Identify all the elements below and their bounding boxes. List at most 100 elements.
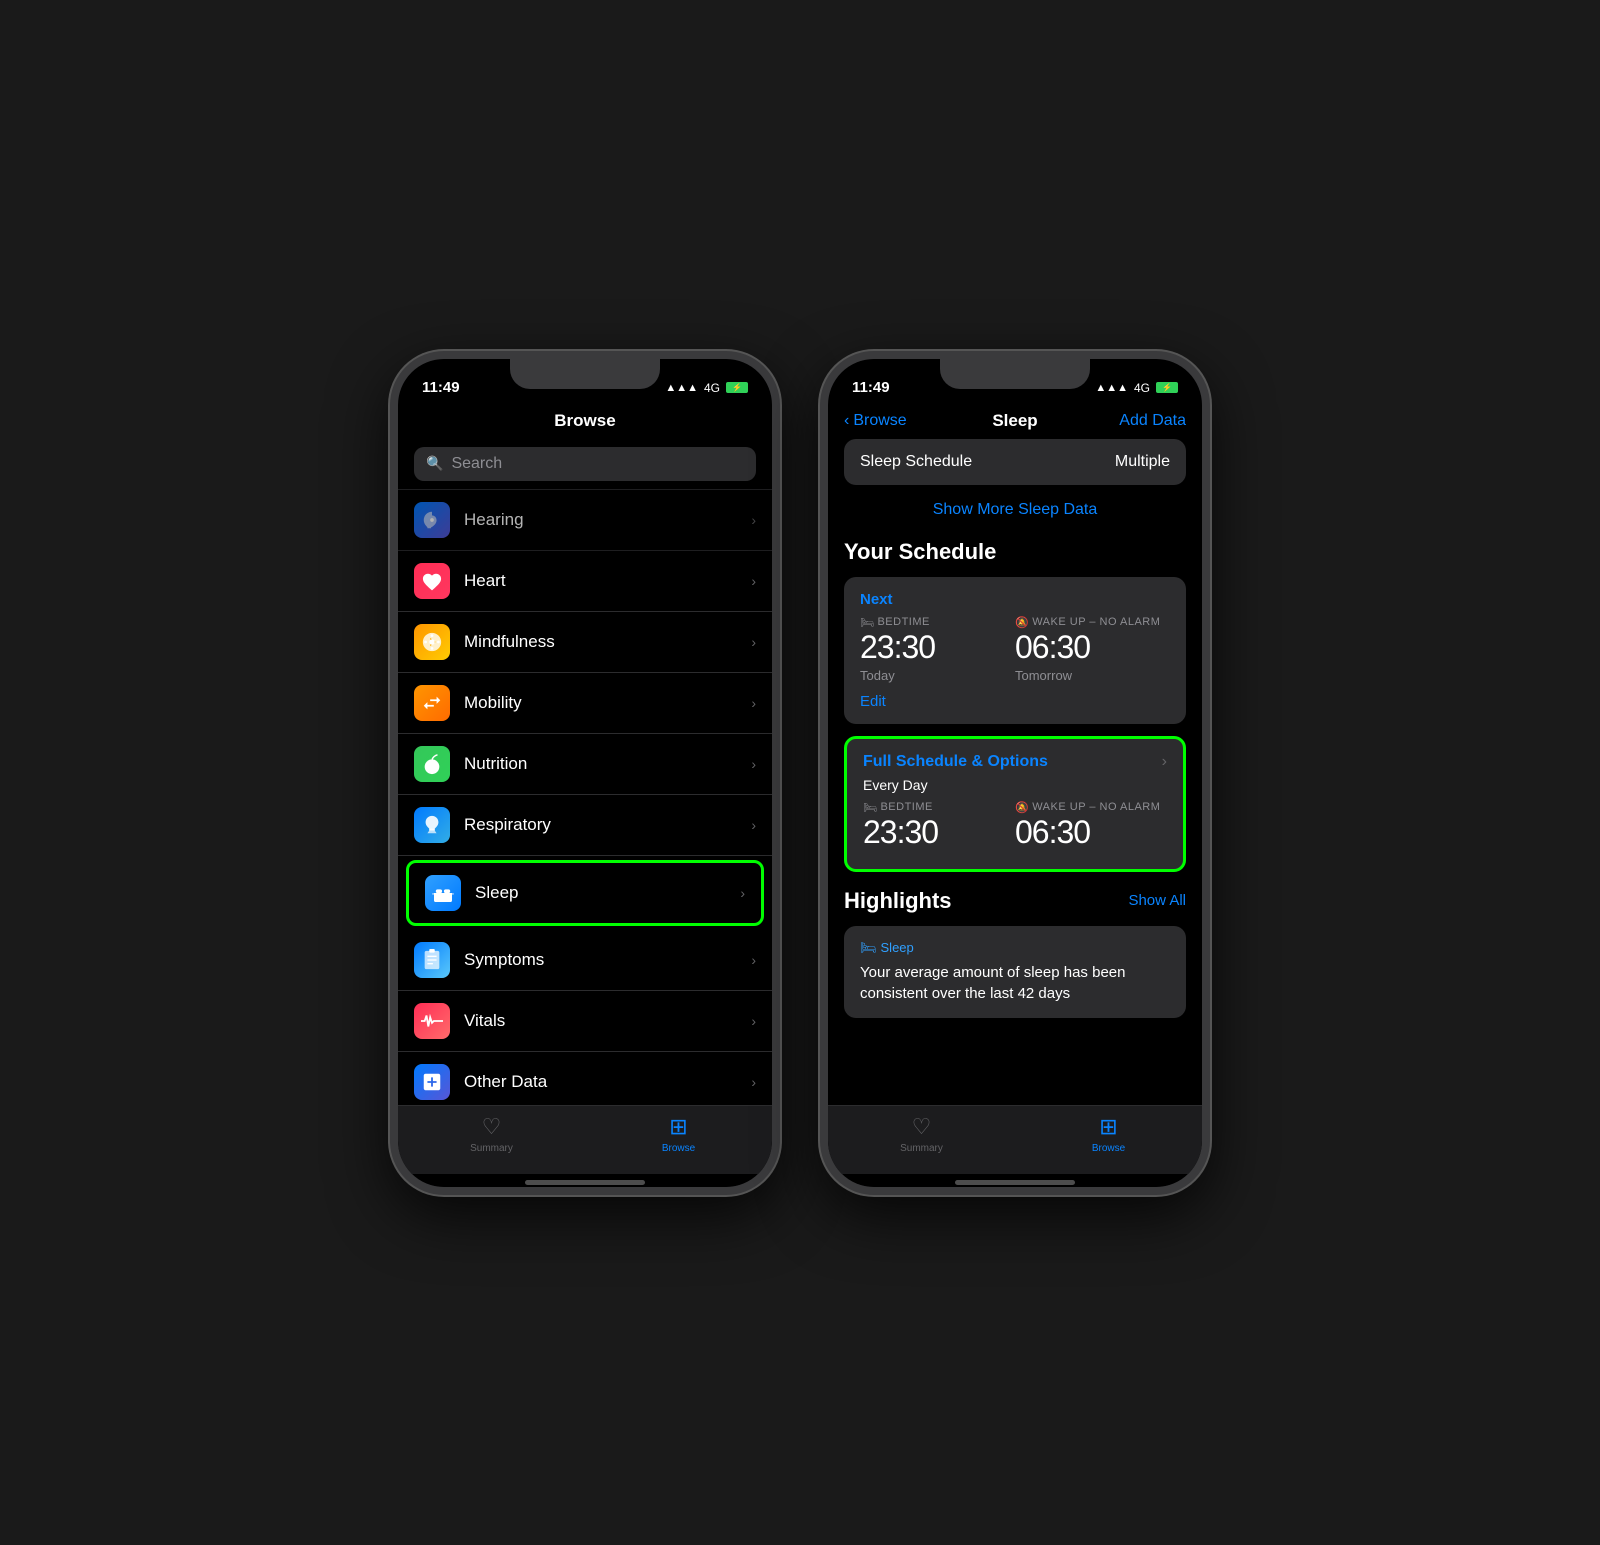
every-day-label: Every Day	[863, 777, 1167, 793]
vitals-label: Vitals	[464, 1011, 751, 1031]
back-label: Browse	[853, 412, 906, 430]
sleep-tag-icon: 🛏	[860, 940, 877, 956]
back-chevron-icon: ‹	[844, 412, 849, 430]
home-indicator-1	[525, 1180, 645, 1185]
heart-label: Heart	[464, 571, 751, 591]
tab-bar-1: ♡ Summary ⊞ Browse	[398, 1105, 772, 1174]
full-bell-icon: 🔕	[1015, 801, 1029, 814]
mobility-chevron: ›	[751, 695, 756, 711]
add-data-label: Add Data	[1119, 412, 1186, 429]
hearing-icon	[414, 502, 450, 538]
back-button[interactable]: ‹ Browse	[844, 412, 907, 430]
full-bed-icon: 🛏	[863, 801, 877, 814]
otherdata-icon	[414, 1064, 450, 1100]
nav-title-1: Browse	[554, 411, 615, 431]
nav-bar-1: Browse	[398, 403, 772, 439]
bedtime-col: 🛏 BEDTIME 23:30 Today	[860, 616, 1015, 683]
network-2: 4G	[1134, 381, 1150, 395]
edit-button[interactable]: Edit	[860, 693, 1170, 710]
status-time-2: 11:49	[852, 379, 890, 396]
list-item-hearing[interactable]: Hearing ›	[398, 489, 772, 551]
search-bar[interactable]: 🔍 Search	[414, 447, 756, 481]
phones-container: 11:49 ▲▲▲ 4G ⚡ Browse 🔍 Search	[390, 351, 1210, 1195]
show-more-sleep-button[interactable]: Show More Sleep Data	[844, 497, 1186, 531]
highlight-card: 🛏 Sleep Your average amount of sleep has…	[844, 926, 1186, 1018]
vitals-icon	[414, 1003, 450, 1039]
bedtime-day: Today	[860, 668, 1015, 683]
summary-tab-label-2: Summary	[900, 1143, 943, 1154]
phone-sleep: 11:49 ▲▲▲ 4G ⚡ ‹ Browse Sleep Add Data	[820, 351, 1210, 1195]
heart-icon	[414, 563, 450, 599]
bell-icon: 🔕	[1015, 616, 1029, 629]
mindfulness-label: Mindfulness	[464, 632, 751, 652]
tab-summary-1[interactable]: ♡ Summary	[398, 1114, 585, 1154]
list-item-mindfulness[interactable]: Mindfulness ›	[398, 612, 772, 673]
next-label: Next	[860, 591, 1170, 608]
hearing-chevron: ›	[751, 512, 756, 528]
browse-tab-icon-2: ⊞	[1099, 1114, 1117, 1140]
search-placeholder: Search	[451, 455, 502, 473]
sleep-icon	[425, 875, 461, 911]
list-item-vitals[interactable]: Vitals ›	[398, 991, 772, 1052]
status-right-1: ▲▲▲ 4G ⚡	[665, 381, 748, 395]
search-icon: 🔍	[426, 455, 443, 472]
your-schedule-title: Your Schedule	[844, 539, 1186, 565]
nutrition-label: Nutrition	[464, 754, 751, 774]
highlights-title: Highlights	[844, 888, 952, 914]
list-item-nutrition[interactable]: Nutrition ›	[398, 734, 772, 795]
full-wakeup-time: 06:30	[1015, 814, 1167, 851]
battery-1: ⚡	[726, 382, 748, 393]
sleep-chevron: ›	[740, 885, 745, 901]
nutrition-icon	[414, 746, 450, 782]
status-bar-2: 11:49 ▲▲▲ 4G ⚡	[828, 359, 1202, 403]
list-item-respiratory[interactable]: Respiratory ›	[398, 795, 772, 856]
nav-bar-2: ‹ Browse Sleep Add Data	[828, 403, 1202, 439]
tab-bar-2: ♡ Summary ⊞ Browse	[828, 1105, 1202, 1174]
sleep-scroll: Sleep Schedule Multiple Show More Sleep …	[828, 439, 1202, 1105]
full-schedule-card[interactable]: Full Schedule & Options › Every Day 🛏 BE…	[844, 736, 1186, 872]
full-bedtime-sub: 🛏 BEDTIME	[863, 801, 1015, 814]
summary-tab-label-1: Summary	[470, 1143, 513, 1154]
full-wakeup-sub: 🔕 WAKE UP – NO ALARM	[1015, 801, 1167, 814]
screen-content-1: Browse 🔍 Search	[398, 403, 772, 1187]
symptoms-label: Symptoms	[464, 950, 751, 970]
full-bedtime-col: 🛏 BEDTIME 23:30	[863, 801, 1015, 851]
browse-tab-icon-1: ⊞	[669, 1114, 687, 1140]
respiratory-chevron: ›	[751, 817, 756, 833]
highlights-header: Highlights Show All	[844, 888, 1186, 914]
sleep-schedule-label: Sleep Schedule	[860, 453, 972, 471]
wakeup-sub-label: 🔕 WAKE UP – NO ALARM	[1015, 616, 1170, 629]
mobility-icon	[414, 685, 450, 721]
schedule-card: Next 🛏 BEDTIME 23:30 Today	[844, 577, 1186, 724]
list-item-mobility[interactable]: Mobility ›	[398, 673, 772, 734]
respiratory-label: Respiratory	[464, 815, 751, 835]
show-all-button[interactable]: Show All	[1128, 892, 1186, 909]
screen-content-2: ‹ Browse Sleep Add Data Sleep Schedule M…	[828, 403, 1202, 1187]
otherdata-chevron: ›	[751, 1074, 756, 1090]
sleep-schedule-value: Multiple	[1115, 453, 1170, 471]
summary-tab-icon-1: ♡	[482, 1114, 502, 1140]
list-item-sleep[interactable]: Sleep ›	[406, 860, 764, 926]
hearing-label: Hearing	[464, 510, 751, 530]
full-schedule-chevron: ›	[1162, 753, 1167, 771]
list-item-symptoms[interactable]: Symptoms ›	[398, 930, 772, 991]
list-item-heart[interactable]: Heart ›	[398, 551, 772, 612]
summary-tab-icon-2: ♡	[912, 1114, 932, 1140]
symptoms-icon	[414, 942, 450, 978]
phone-browse: 11:49 ▲▲▲ 4G ⚡ Browse 🔍 Search	[390, 351, 780, 1195]
signal-1: ▲▲▲	[665, 382, 698, 394]
tab-browse-2[interactable]: ⊞ Browse	[1015, 1114, 1202, 1154]
tab-browse-1[interactable]: ⊞ Browse	[585, 1114, 772, 1154]
bedtime-sub-label: 🛏 BEDTIME	[860, 616, 1015, 629]
browse-tab-label-2: Browse	[1092, 1143, 1125, 1154]
sleep-label: Sleep	[475, 883, 740, 903]
browse-tab-label-1: Browse	[662, 1143, 695, 1154]
tab-summary-2[interactable]: ♡ Summary	[828, 1114, 1015, 1154]
battery-2: ⚡	[1156, 382, 1178, 393]
add-data-button[interactable]: Add Data	[1119, 412, 1186, 430]
bed-icon: 🛏	[860, 616, 874, 629]
full-wakeup-col: 🔕 WAKE UP – NO ALARM 06:30	[1015, 801, 1167, 851]
list-item-otherdata[interactable]: Other Data ›	[398, 1052, 772, 1105]
mobility-label: Mobility	[464, 693, 751, 713]
full-bedtime-time: 23:30	[863, 814, 1015, 851]
